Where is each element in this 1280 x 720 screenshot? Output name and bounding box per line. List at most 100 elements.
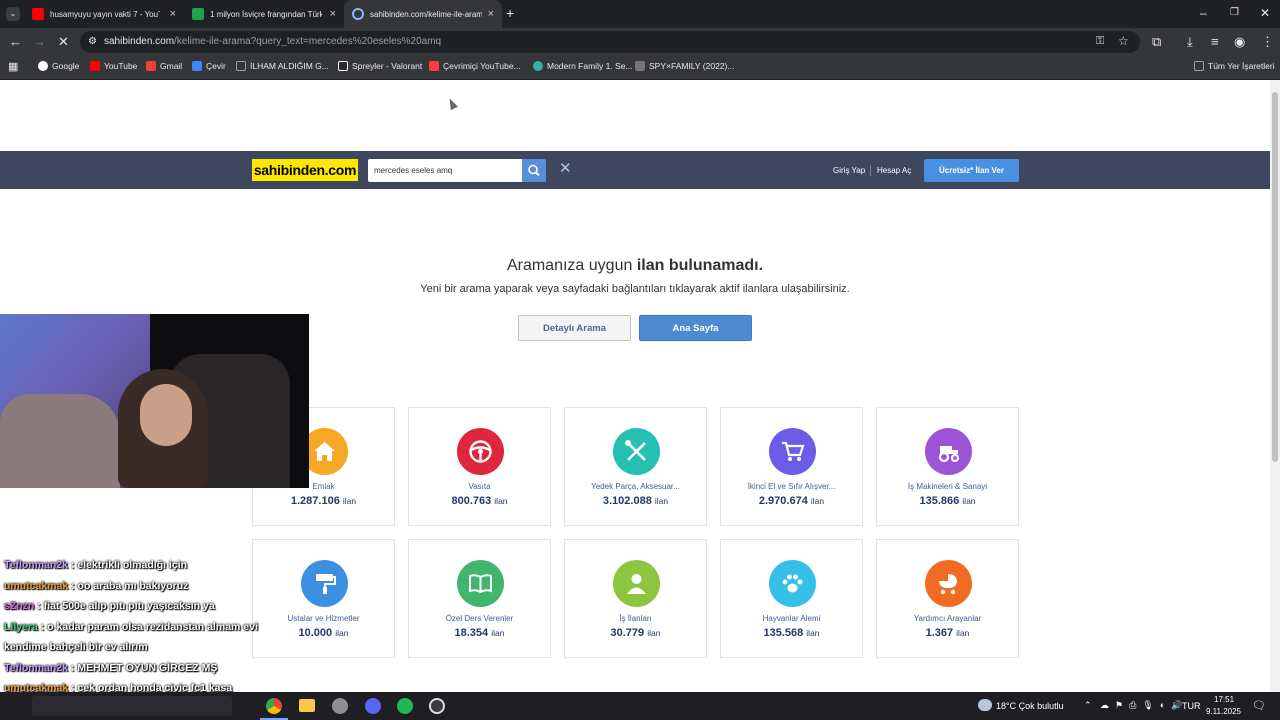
category-count: 800.763 ilan bbox=[409, 495, 550, 507]
url-text[interactable]: sahibinden.com/kelime-ile-arama?query_te… bbox=[104, 36, 441, 47]
apps-grid-icon[interactable]: ▦ bbox=[8, 60, 18, 73]
menu-dots-icon[interactable]: ⋮ bbox=[1261, 35, 1274, 49]
login-link[interactable]: Giriş Yap bbox=[833, 166, 865, 175]
extensions-icon[interactable]: ⧉ bbox=[1152, 35, 1161, 49]
back-icon[interactable]: ← bbox=[9, 35, 22, 49]
bookmark-spy-family[interactable]: SPY×FAMILY (2022)... bbox=[635, 61, 734, 71]
detailed-search-button[interactable]: Detaylı Arama bbox=[518, 315, 631, 341]
count-value: 30.779 bbox=[610, 627, 645, 639]
no-results-title: Aramanıza uygun ilan bulunamadı. bbox=[0, 257, 1270, 275]
taskbar-start-area[interactable] bbox=[32, 696, 232, 716]
ilan-word: ilan bbox=[491, 628, 505, 638]
bookmark-cevir[interactable]: Çevir bbox=[192, 61, 226, 71]
tray-icons[interactable]: ☁⚑⎙🎙◐🔊 bbox=[1100, 700, 1188, 711]
bookmark-modern-family[interactable]: Modern Family 1. Se... bbox=[533, 61, 633, 71]
minimize-icon[interactable]: – bbox=[1200, 6, 1207, 20]
browser-tab-youtube[interactable]: husamyuyu yayın vakti 7 - YouTube × bbox=[24, 0, 184, 28]
all-bookmarks-folder[interactable]: Tüm Yer İşaretleri bbox=[1194, 61, 1275, 71]
tab-close-icon[interactable]: × bbox=[170, 8, 176, 20]
media-control-icon[interactable]: ≡ bbox=[1211, 35, 1219, 49]
profile-icon[interactable]: ◉ bbox=[1234, 35, 1245, 49]
search-button[interactable] bbox=[522, 159, 546, 182]
category-card[interactable]: Yardımcı Arayanlar 1.367 ilan bbox=[876, 539, 1019, 658]
folder-icon bbox=[1194, 61, 1204, 71]
tray-chevron-icon[interactable]: ⌃ bbox=[1084, 700, 1092, 711]
tab-search-icon[interactable]: ⌄ bbox=[6, 7, 20, 21]
tab-close-icon[interactable]: × bbox=[488, 8, 494, 20]
page-scrollbar[interactable] bbox=[1270, 80, 1280, 692]
browser-tab-sahibinden[interactable]: sahibinden.com/kelime-ile-arama × bbox=[344, 0, 502, 28]
new-tab-icon[interactable]: + bbox=[506, 6, 514, 20]
chat-text: oo araba mı bakıyoruz bbox=[77, 579, 189, 592]
restore-icon[interactable]: ❐ bbox=[1230, 6, 1239, 20]
home-page-button[interactable]: Ana Sayfa bbox=[639, 315, 752, 341]
discord-icon[interactable] bbox=[365, 698, 381, 714]
category-card[interactable]: İş İlanları 30.779 ilan bbox=[564, 539, 707, 658]
tools-icon bbox=[625, 440, 646, 461]
bookmarks-bar: ▦ Google YouTube Gmail Çevir İLHAM ALDIĞ… bbox=[0, 56, 1280, 80]
chat-separator: : bbox=[34, 600, 44, 612]
chat-text: kendime bahçeli bir ev alırım bbox=[4, 641, 148, 653]
category-name[interactable]: Özel Ders Verenler bbox=[409, 614, 550, 623]
app-icon[interactable] bbox=[332, 698, 348, 714]
bookmark-youtube-converter[interactable]: Çevrimiçi YouTube... bbox=[429, 61, 521, 71]
bookmark-label: YouTube bbox=[104, 61, 138, 71]
ilan-word: ilan bbox=[647, 628, 661, 638]
youtube-icon bbox=[90, 61, 100, 71]
close-window-icon[interactable]: ✕ bbox=[1260, 6, 1270, 20]
obs-icon[interactable] bbox=[429, 698, 445, 714]
forward-icon[interactable]: → bbox=[33, 35, 46, 49]
category-card[interactable]: Vasıta 800.763 ilan bbox=[408, 407, 551, 526]
category-name[interactable]: İş İlanları bbox=[565, 614, 706, 623]
house-icon bbox=[314, 442, 335, 461]
category-count: 18.354 ilan bbox=[409, 627, 550, 639]
webcam-couch bbox=[0, 394, 120, 488]
site-logo[interactable]: sahibinden.com bbox=[252, 159, 358, 181]
converter-icon bbox=[429, 61, 439, 71]
spotify-icon[interactable] bbox=[397, 698, 413, 714]
paw-icon bbox=[782, 574, 803, 593]
category-count: 1.367 ilan bbox=[877, 627, 1018, 639]
download-icon[interactable]: ⤓ bbox=[1187, 35, 1193, 49]
category-name[interactable]: Yardımcı Arayanlar bbox=[877, 614, 1018, 623]
category-name[interactable]: Hayvanlar Alemi bbox=[721, 614, 862, 623]
category-card[interactable]: Yedek Parça, Aksesuar... 3.102.088 ilan bbox=[564, 407, 707, 526]
chat-message: Lilyera : o kadar param olsa rezidanstan… bbox=[4, 617, 304, 638]
count-value: 18.354 bbox=[454, 627, 489, 639]
clear-search-icon[interactable]: ✕ bbox=[559, 161, 572, 177]
category-name[interactable]: İkinci El ve Sıfır Alışver... bbox=[721, 482, 862, 491]
ilan-word: ilan bbox=[956, 628, 970, 638]
register-link[interactable]: Hesap Aç bbox=[877, 166, 911, 175]
bookmark-youtube[interactable]: YouTube bbox=[90, 61, 137, 71]
bookmark-folder-ilham[interactable]: İLHAM ALDIĞIM G... bbox=[236, 61, 329, 71]
bookmark-google[interactable]: Google bbox=[38, 61, 79, 71]
scrollbar-thumb[interactable] bbox=[1272, 92, 1278, 462]
notification-icon[interactable]: 🗨 bbox=[1252, 699, 1266, 712]
bookmark-valorant[interactable]: Spreyler - Valorant bbox=[338, 61, 422, 71]
category-name[interactable]: İş Makineleri & Sanayi bbox=[877, 482, 1018, 491]
category-name[interactable]: Yedek Parça, Aksesuar... bbox=[565, 482, 706, 491]
category-card[interactable]: İkinci El ve Sıfır Alışver... 2.970.674 i… bbox=[720, 407, 863, 526]
bookmark-gmail[interactable]: Gmail bbox=[146, 61, 182, 71]
search-input[interactable]: mercedes eseles amq bbox=[368, 159, 522, 182]
clock-date[interactable]: 9.11.2025 bbox=[1206, 707, 1241, 716]
address-bar[interactable]: ⚙ sahibinden.com/kelime-ile-arama?query_… bbox=[80, 31, 1140, 53]
streamer-webcam bbox=[0, 314, 309, 488]
category-card[interactable]: Hayvanlar Alemi 135.568 ilan bbox=[720, 539, 863, 658]
weather-text[interactable]: 18°C Çok bulutlu bbox=[996, 701, 1064, 711]
tab-close-icon[interactable]: × bbox=[330, 8, 336, 20]
category-name[interactable]: Vasıta bbox=[409, 482, 550, 491]
post-ad-button[interactable]: Ücretsiz* İlan Ver bbox=[924, 159, 1019, 182]
language-indicator[interactable]: TUR bbox=[1182, 701, 1201, 711]
category-card[interactable]: Özel Ders Verenler 18.354 ilan bbox=[408, 539, 551, 658]
browser-tab-news[interactable]: 1 milyon İsviçre frangından Türk × bbox=[184, 0, 344, 28]
file-explorer-icon[interactable] bbox=[299, 699, 315, 712]
clock-time[interactable]: 17:51 bbox=[1214, 695, 1234, 704]
site-info-icon[interactable]: ⚙ bbox=[88, 36, 97, 47]
stop-loading-icon[interactable]: ✕ bbox=[58, 35, 69, 49]
password-key-icon[interactable]: ⚿ bbox=[1096, 35, 1104, 48]
bookmark-star-icon[interactable]: ☆ bbox=[1118, 34, 1129, 48]
category-card[interactable]: İş Makineleri & Sanayi 135.866 ilan bbox=[876, 407, 1019, 526]
chrome-taskbar-icon[interactable] bbox=[266, 698, 282, 714]
chat-text: fiat 500e alıp pıtı pıtı yaşıcaksın ya bbox=[43, 600, 215, 612]
